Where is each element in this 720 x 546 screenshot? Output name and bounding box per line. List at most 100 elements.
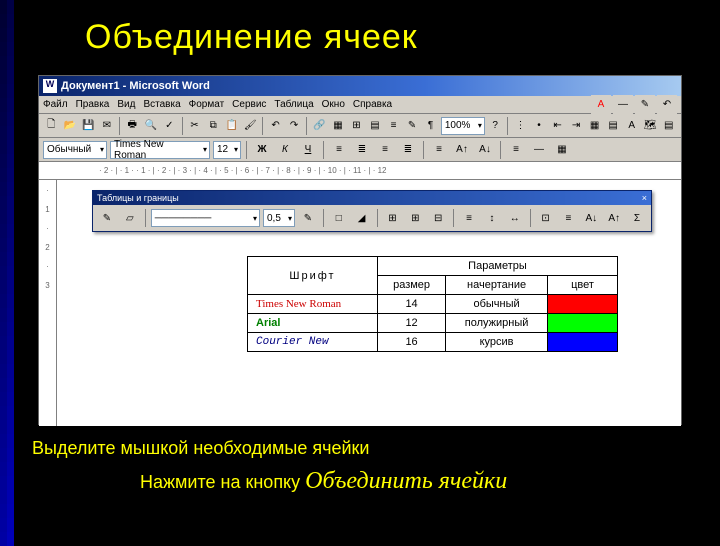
cell-style[interactable]: курсив [446,333,548,352]
sort-za-icon[interactable]: A↑ [604,208,624,228]
autoformat-icon[interactable]: ⊡ [536,208,556,228]
dash-icon[interactable]: — [613,95,633,115]
cell-color[interactable] [548,333,618,352]
ext1-icon[interactable]: ≡ [506,140,526,160]
align-right-icon[interactable]: ≡ [375,140,395,160]
border-color-icon[interactable]: ✎ [298,208,318,228]
excel-icon[interactable]: ▤ [367,116,384,136]
table-row[interactable]: Times New Roman14обычный [248,295,618,314]
font-color-icon[interactable]: A [591,95,611,115]
bold-button[interactable]: Ж [252,140,272,160]
sample-table[interactable]: Шрифт Параметры размер начертание цвет T… [247,256,618,352]
link-icon[interactable]: 🔗 [311,116,328,136]
cell-style[interactable]: обычный [446,295,548,314]
ext3-icon[interactable]: ▦ [552,140,572,160]
split-cells-icon[interactable]: ⊟ [428,208,448,228]
table-row[interactable]: Courier New16курсив [248,333,618,352]
menu-view[interactable]: Вид [117,99,135,110]
a-large-icon[interactable]: A↑ [452,140,472,160]
a-small-icon[interactable]: A↓ [475,140,495,160]
copy-icon[interactable]: ⧉ [205,116,222,136]
columns-icon[interactable]: ≡ [385,116,402,136]
cell-size[interactable]: 16 [378,333,446,352]
table-row[interactable]: Arial12полужирный [248,314,618,333]
map-icon[interactable]: 🗺 [642,116,659,136]
dist-cols-icon[interactable]: ↔ [505,208,525,228]
format-painter-icon[interactable]: 🖌 [242,116,259,136]
menu-format[interactable]: Формат [189,99,225,110]
save-icon[interactable]: 💾 [80,116,97,136]
page[interactable]: Таблицы и границы × ✎ ▱ ──────── 0,5 ✎ □… [57,180,681,426]
cell-color[interactable] [548,295,618,314]
cell-style[interactable]: полужирный [446,314,548,333]
menu-help[interactable]: Справка [353,99,392,110]
cell-size[interactable]: 12 [378,314,446,333]
preview-icon[interactable]: 🔍 [142,116,159,136]
list-bul-icon[interactable]: • [531,116,548,136]
line-weight-combo[interactable]: 0,5 [263,209,295,227]
paste-icon[interactable]: 📋 [223,116,240,136]
outdent-icon[interactable]: ⇤ [549,116,566,136]
justify-icon[interactable]: ≣ [398,140,418,160]
style-combo[interactable]: Обычный [43,141,107,159]
menu-file[interactable]: Файл [43,99,68,110]
print-icon[interactable]: 🖶 [124,116,141,136]
eraser-icon[interactable]: ▱ [120,208,140,228]
sort-az-icon[interactable]: A↓ [581,208,601,228]
menu-window[interactable]: Окно [322,99,345,110]
align-left-icon[interactable]: ≡ [329,140,349,160]
merge-cells-icon[interactable]: ⊞ [405,208,425,228]
caption-line-1: Выделите мышкой необходимые ячейки [32,438,369,459]
tables-borders-icon[interactable]: ▦ [330,116,347,136]
font-color2-icon[interactable]: A [623,116,640,136]
new-icon[interactable]: 🗋 [43,116,60,136]
cell-font[interactable]: Courier New [248,333,378,352]
menu-insert[interactable]: Вставка [143,99,180,110]
title-bar: W Документ1 - Microsoft Word [39,76,681,96]
word-icon: W [43,79,57,93]
insert-table2-icon[interactable]: ⊞ [383,208,403,228]
undo-icon[interactable]: ↶ [267,116,284,136]
undo2-icon[interactable]: ↶ [657,95,677,115]
align-center-icon[interactable]: ≣ [352,140,372,160]
help-icon[interactable]: ? [487,116,504,136]
pencil-icon[interactable]: ✎ [635,95,655,115]
dir-icon[interactable]: ≡ [559,208,579,228]
underline-button[interactable]: Ч [298,140,318,160]
cell-font[interactable]: Times New Roman [248,295,378,314]
indent-icon[interactable]: ⇥ [568,116,585,136]
dist-rows-icon[interactable]: ↕ [482,208,502,228]
menu-tools[interactable]: Сервис [232,99,266,110]
open-icon[interactable]: 📂 [62,116,79,136]
subheader-style: начертание [446,276,548,295]
sum-icon[interactable]: Σ [627,208,647,228]
spell-icon[interactable]: ✓ [161,116,178,136]
insert-table-icon[interactable]: ⊞ [348,116,365,136]
border-outside-icon[interactable]: □ [329,208,349,228]
list-num-icon[interactable]: ⋮ [512,116,529,136]
cell-color[interactable] [548,314,618,333]
cell-font[interactable]: Arial [248,314,378,333]
close-icon[interactable]: × [642,193,647,203]
highlight-icon[interactable]: ▤ [605,116,622,136]
align-cells-icon[interactable]: ≡ [459,208,479,228]
redo-icon[interactable]: ↷ [286,116,303,136]
size-combo[interactable]: 12 [213,141,241,159]
menu-edit[interactable]: Правка [76,99,110,110]
fill-color-icon[interactable]: ◢ [352,208,372,228]
menu-table[interactable]: Таблица [274,99,313,110]
line-style-combo[interactable]: ──────── [151,209,260,227]
drawing-icon[interactable]: ✎ [404,116,421,136]
cell-size[interactable]: 14 [378,295,446,314]
ext2-icon[interactable]: — [529,140,549,160]
excel2-icon[interactable]: ▤ [660,116,677,136]
show-marks-icon[interactable]: ¶ [422,116,439,136]
mail-icon[interactable]: ✉ [99,116,116,136]
draw-table-icon[interactable]: ✎ [97,208,117,228]
cut-icon[interactable]: ✂ [186,116,203,136]
font-combo[interactable]: Times New Roman [110,141,210,159]
line-spacing-icon[interactable]: ≡ [429,140,449,160]
zoom-combo[interactable]: 100% [441,117,485,135]
borders-icon[interactable]: ▦ [586,116,603,136]
italic-button[interactable]: К [275,140,295,160]
